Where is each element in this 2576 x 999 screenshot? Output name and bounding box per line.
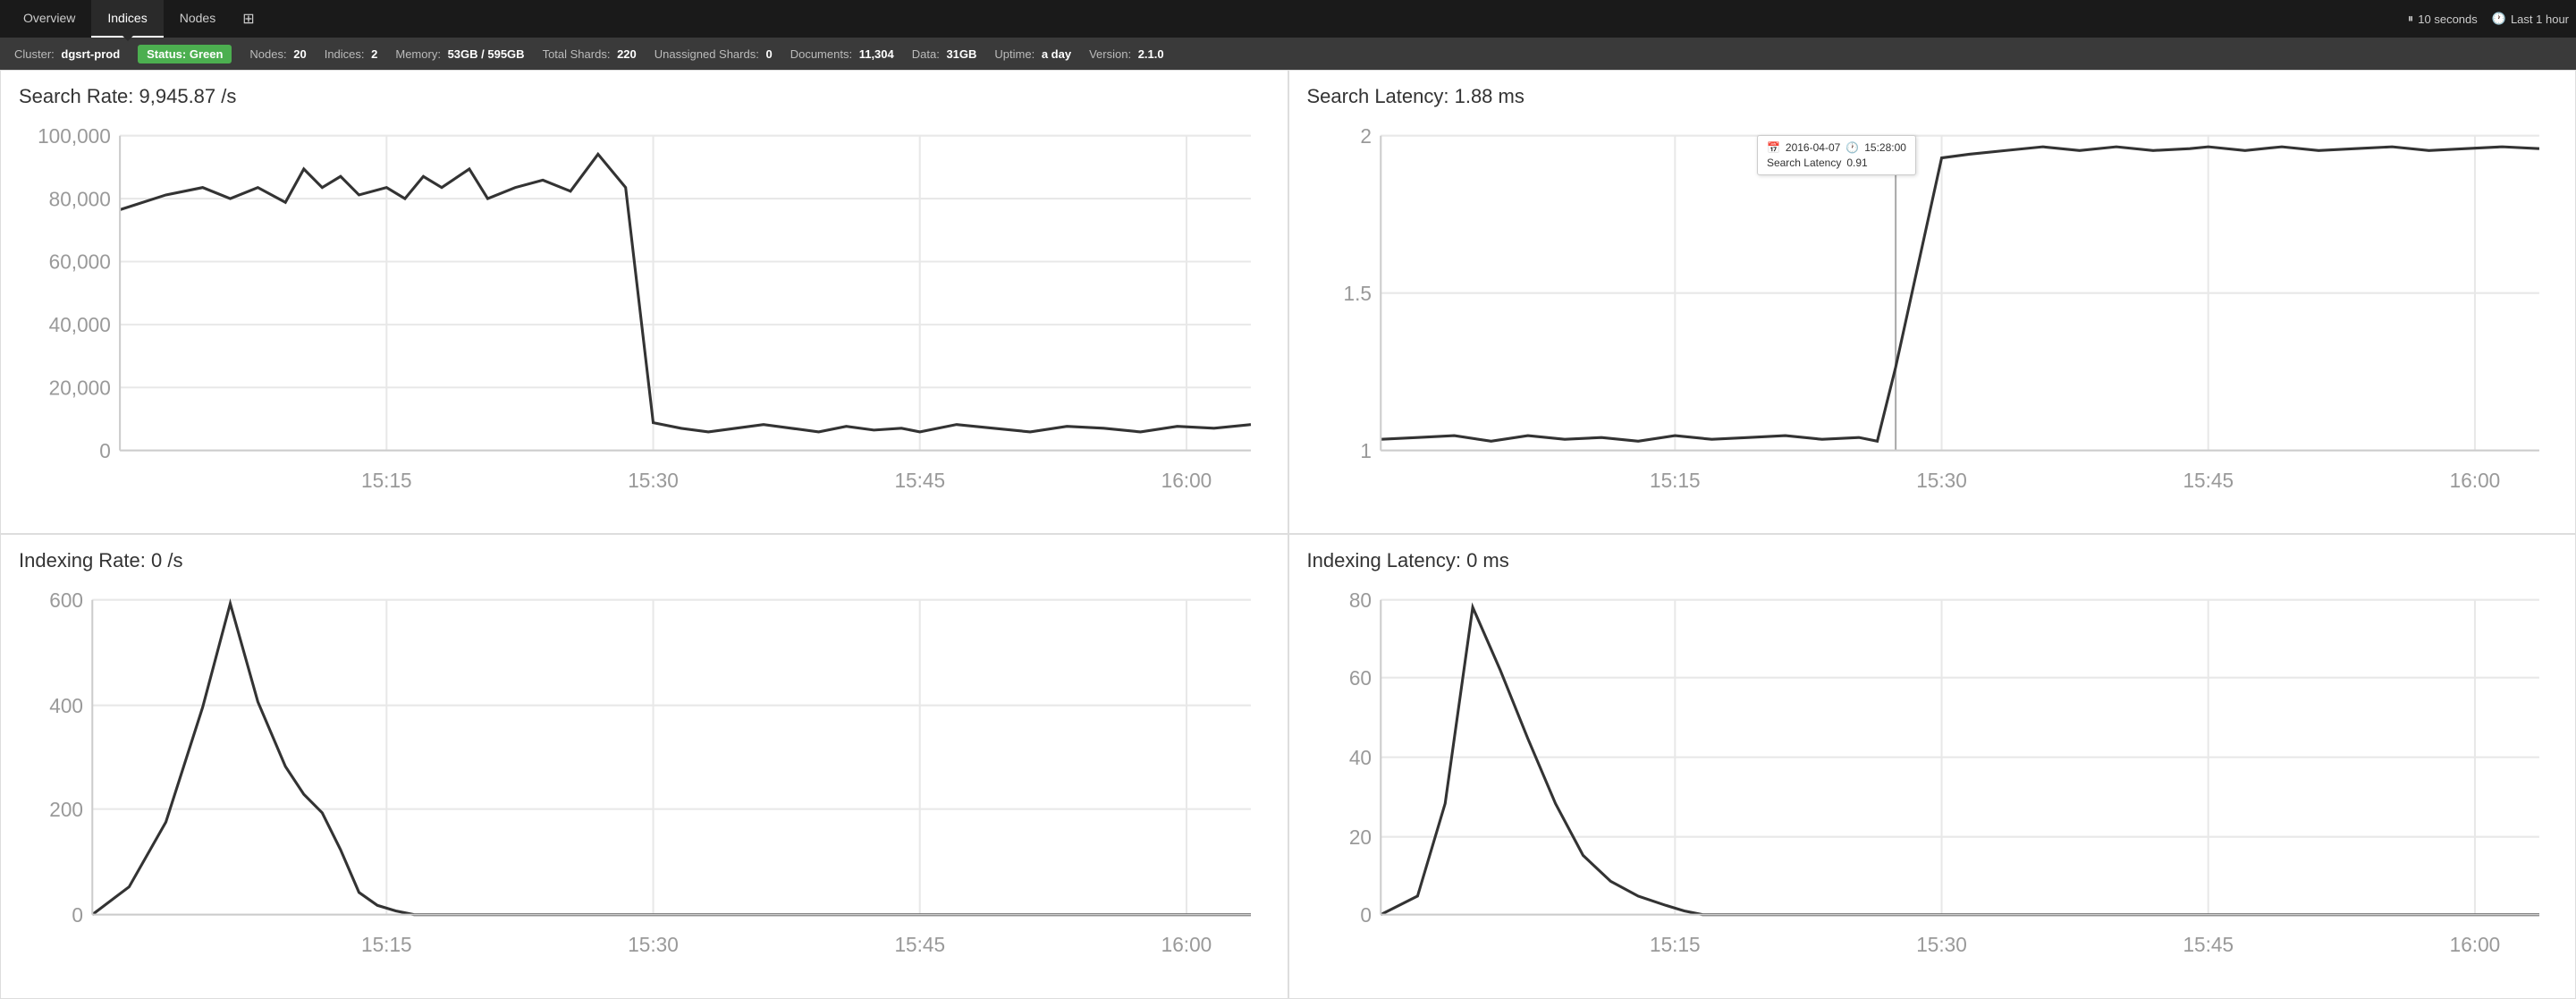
memory-info: Memory: 53GB / 595GB [395,47,524,61]
search-latency-title: Search Latency: 1.88 ms [1307,85,2558,108]
search-rate-title: Search Rate: 9,945.87 /s [19,85,1270,108]
svg-text:15:30: 15:30 [1916,933,1967,956]
unassigned-info: Unassigned Shards: 0 [655,47,773,61]
svg-text:15:30: 15:30 [1916,469,1967,492]
svg-text:100,000: 100,000 [38,124,111,148]
search-latency-panel: Search Latency: 1.88 ms 2 1.5 1 15:15 15… [1288,70,2576,534]
svg-text:2: 2 [1360,124,1372,148]
indexing-latency-panel: Indexing Latency: 0 ms 80 60 40 20 0 [1288,534,2576,998]
search-rate-chart: 100,000 80,000 60,000 40,000 20,000 0 15… [19,117,1270,524]
svg-text:15:45: 15:45 [2183,933,2234,956]
documents-info: Documents: 11,304 [790,47,894,61]
svg-text:60: 60 [1348,666,1371,690]
grid-icon[interactable]: ⊞ [232,0,265,38]
uptime-info: Uptime: a day [994,47,1071,61]
svg-text:16:00: 16:00 [2449,469,2500,492]
svg-text:40,000: 40,000 [49,313,111,336]
refresh-control[interactable]: ⏸ 10 seconds [2408,12,2478,26]
svg-text:20: 20 [1348,825,1371,849]
tab-overview[interactable]: Overview [7,0,91,38]
svg-text:20,000: 20,000 [49,376,111,399]
svg-text:16:00: 16:00 [2449,933,2500,956]
indexing-rate-chart: 600 400 200 0 15:15 15:30 15:45 16:00 [19,581,1270,988]
svg-text:40: 40 [1348,746,1371,769]
charts-grid: Search Rate: 9,945.87 /s 100,000 80,000 … [0,70,2576,974]
svg-text:200: 200 [49,798,83,821]
svg-text:15:15: 15:15 [1650,469,1701,492]
nav-controls: ⏸ 10 seconds 🕐 Last 1 hour [2408,0,2569,38]
svg-text:16:00: 16:00 [1161,469,1212,492]
timerange-label: Last 1 hour [2511,13,2569,26]
total-shards-info: Total Shards: 220 [543,47,637,61]
version-info: Version: 2.1.0 [1089,47,1164,61]
svg-text:15:45: 15:45 [894,469,945,492]
status-badge: Status: Green [138,45,232,63]
svg-text:15:15: 15:15 [361,933,412,956]
svg-text:15:45: 15:45 [2183,469,2234,492]
pause-icon: ⏸ [2408,12,2414,26]
indexing-latency-title: Indexing Latency: 0 ms [1307,549,2558,572]
svg-text:16:00: 16:00 [1161,933,1212,956]
svg-text:15:15: 15:15 [1650,933,1701,956]
search-rate-panel: Search Rate: 9,945.87 /s 100,000 80,000 … [0,70,1288,534]
svg-text:15:30: 15:30 [628,933,679,956]
svg-text:60,000: 60,000 [49,250,111,274]
indexing-rate-panel: Indexing Rate: 0 /s 600 400 200 0 15:15 [0,534,1288,998]
indexing-rate-title: Indexing Rate: 0 /s [19,549,1270,572]
clock-icon: 🕐 [2492,12,2506,26]
svg-text:0: 0 [1360,903,1372,927]
svg-text:0: 0 [99,439,111,462]
svg-text:1.5: 1.5 [1343,282,1371,305]
svg-text:1: 1 [1360,439,1372,462]
nodes-info: Nodes: 20 [249,47,306,61]
data-info: Data: 31GB [912,47,977,61]
svg-text:15:45: 15:45 [894,933,945,956]
svg-text:80: 80 [1348,588,1371,612]
svg-text:0: 0 [72,903,83,927]
status-bar: Cluster: dgsrt-prod Status: Green Nodes:… [0,38,2576,70]
tab-nodes[interactable]: Nodes [164,0,232,38]
search-latency-chart: 2 1.5 1 15:15 15:30 15:45 16:00 📅 [1307,117,2558,524]
svg-text:15:15: 15:15 [361,469,412,492]
svg-text:15:30: 15:30 [628,469,679,492]
indices-info: Indices: 2 [325,47,378,61]
svg-text:600: 600 [49,588,83,612]
svg-text:80,000: 80,000 [49,187,111,210]
cluster-label: Cluster: dgsrt-prod [14,47,120,61]
timerange-control[interactable]: 🕐 Last 1 hour [2492,12,2569,26]
top-navigation: Overview Indices Nodes ⊞ ⏸ 10 seconds 🕐 … [0,0,2576,38]
refresh-interval: 10 seconds [2418,13,2478,26]
svg-text:400: 400 [49,694,83,717]
tab-indices[interactable]: Indices [91,0,163,38]
indexing-latency-chart: 80 60 40 20 0 15:15 15:30 15:45 16:00 [1307,581,2558,988]
